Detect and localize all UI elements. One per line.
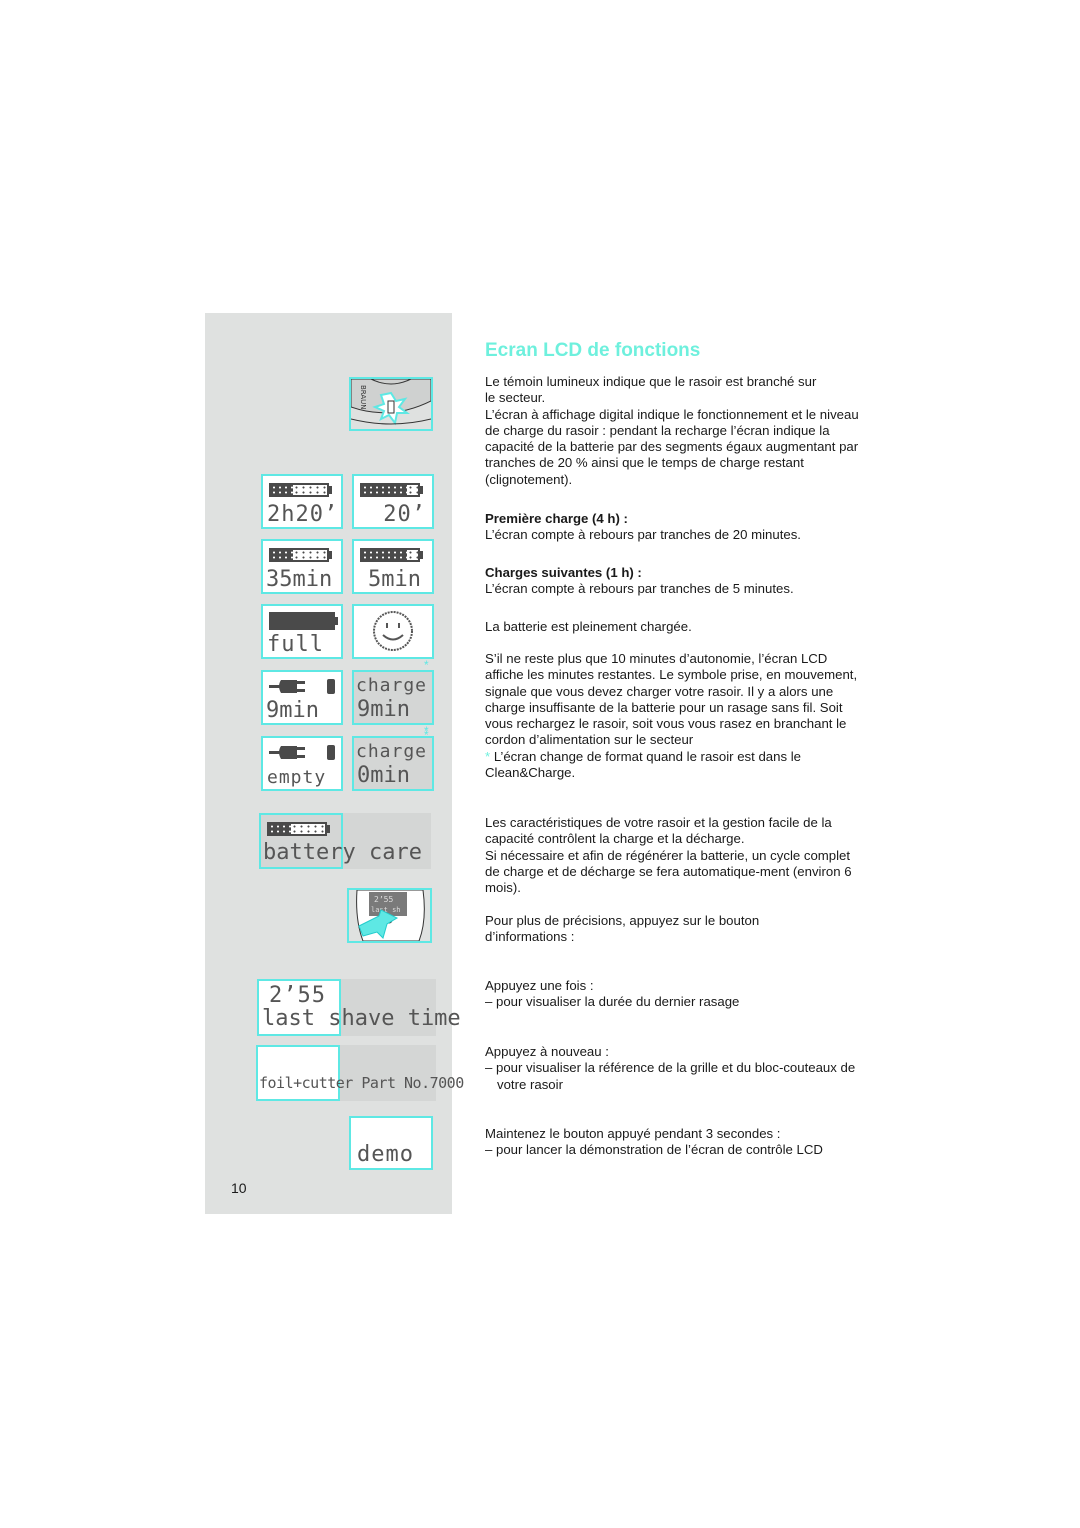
battery-icon (360, 548, 424, 562)
battery-icon (267, 822, 331, 836)
lcd-first-charge-b: 20’ (352, 474, 434, 529)
shaver-light-icon: BRAUN (351, 379, 431, 426)
low-battery-note: * L’écran change de format quand le raso… (485, 749, 865, 782)
lcd-label: foil+cutter Part No.7000 (259, 1074, 464, 1092)
battery-body (360, 483, 420, 497)
lcd-time: 2h20’ (267, 502, 339, 527)
battery-fill (271, 550, 294, 560)
battery-body (267, 822, 327, 836)
lcd-time: 2’55 (269, 983, 326, 1008)
battery-tip (420, 551, 423, 559)
battery-fill (269, 824, 292, 834)
battery-empty-segment (291, 824, 325, 834)
battery-empty-segment (293, 485, 327, 495)
battery-tip (420, 486, 423, 494)
press-again-section: Appuyez à nouveau : – pour visualiser la… (485, 1044, 865, 1093)
battery-fill (362, 550, 407, 560)
battery-fill (271, 614, 333, 628)
battery-icon (269, 483, 333, 497)
full-text: La batterie est pleinement chargée. (485, 619, 692, 634)
press-again-heading: Appuyez à nouveau : (485, 1044, 609, 1059)
next-charges-heading: Charges suivantes (1 h) : (485, 565, 642, 580)
info-button-text: Pour plus de précisions, appuyez sur le … (485, 913, 760, 945)
lcd-smiley (352, 604, 434, 659)
battery-body (269, 483, 329, 497)
svg-text:BRAUN: BRAUN (359, 385, 367, 410)
low-battery-section: S’il ne reste plus que 10 minutes d’auto… (485, 651, 865, 781)
battery-tip (329, 486, 332, 494)
first-charge-heading: Première charge (4 h) : (485, 511, 628, 526)
lcd-label: empty (267, 767, 327, 788)
plug-icon (269, 679, 335, 694)
first-charge-section: Première charge (4 h) : L’écran compte à… (485, 511, 865, 544)
lcd-low-a: 9min (261, 670, 343, 725)
intro-line-1: Le témoin lumineux indique que le rasoir… (485, 374, 817, 406)
battery-empty-segment (293, 550, 327, 560)
lcd-label: demo (357, 1142, 414, 1167)
lcd-time: 5min (368, 567, 421, 592)
first-charge-text: L’écran compte à rebours par tranches de… (485, 527, 801, 543)
lcd-first-charge-a: 2h20’ (261, 474, 343, 529)
hold-section: Maintenez le bouton appuyé pendant 3 sec… (485, 1126, 865, 1159)
lcd-time: 35min (266, 567, 333, 592)
intro-line-2: L’écran à affichage digital indique le f… (485, 406, 859, 487)
lcd-time: 20’ (383, 502, 426, 527)
low-battery-text: S’il ne reste plus que 10 minutes d’auto… (485, 651, 858, 748)
intro-text: Le témoin lumineux indique que le rasoir… (485, 374, 865, 488)
lcd-label: charge (356, 675, 428, 696)
battery-care-section: Les caractéristiques de votre rasoir et … (485, 815, 865, 896)
plug-icon (269, 745, 335, 760)
lcd-empty-a: empty (261, 736, 343, 791)
battery-fill (362, 485, 407, 495)
lcd-time: 0min (357, 763, 410, 788)
page-title: Ecran LCD de fonctions (485, 340, 701, 361)
lcd-time: 9min (266, 698, 319, 723)
battery-body (360, 548, 420, 562)
battery-icon (269, 548, 333, 562)
battery-empty-segment (406, 485, 418, 495)
lcd-demo: demo (349, 1116, 433, 1170)
lcd-label: battery care (263, 840, 422, 865)
press-button-icon: 2’55 last sh (356, 890, 425, 941)
battery-care-text-1: Les caractéristiques de votre rasoir et … (485, 815, 832, 847)
hold-heading: Maintenez le bouton appuyé pendant 3 sec… (485, 1126, 781, 1141)
battery-care-text-2: Si nécessaire et afin de régénérer la ba… (485, 847, 852, 896)
battery-fill (271, 485, 294, 495)
battery-tip (327, 825, 330, 833)
svg-text:2’55: 2’55 (374, 895, 393, 904)
battery-icon (360, 483, 424, 497)
star-marker: * (485, 748, 491, 764)
shaver-info-button-illustration: 2’55 last sh (347, 888, 432, 943)
smiley-icon (373, 611, 413, 651)
next-charges-text: L’écran compte à rebours par tranches de… (485, 581, 794, 597)
lcd-time: 9min (357, 697, 410, 722)
shaver-indicator-illustration: BRAUN (349, 377, 433, 431)
battery-empty-segment (406, 550, 418, 560)
battery-icon (269, 612, 339, 630)
press-once-section: Appuyez une fois : – pour visualiser la … (485, 978, 865, 1011)
lcd-low-b: charge 9min (352, 670, 434, 725)
lcd-next-charge-a: 35min (261, 539, 343, 594)
battery-tip (329, 551, 332, 559)
lcd-next-charge-b: 5min (352, 539, 434, 594)
next-charges-section: Charges suivantes (1 h) : L’écran compte… (485, 565, 865, 598)
press-once-item: – pour visualiser la durée du dernier ra… (485, 994, 740, 1010)
note-text: L’écran change de format quand le rasoir… (485, 748, 801, 781)
star-marker: * (424, 728, 429, 742)
lcd-label: charge (356, 741, 428, 762)
lcd-empty-b: charge 0min (352, 736, 434, 791)
battery-tip (335, 617, 338, 625)
press-once-heading: Appuyez une fois : (485, 978, 594, 993)
lcd-label: last shave time (262, 1006, 461, 1031)
battery-body (269, 548, 329, 562)
lcd-part (256, 1045, 340, 1101)
lcd-label: full (267, 632, 324, 657)
page-number: 10 (231, 1180, 247, 1196)
lcd-full: full (261, 604, 343, 659)
hold-item: – pour lancer la démonstration de l’écra… (485, 1142, 823, 1158)
battery-body (269, 612, 335, 630)
press-again-item: – pour visualiser la référence de la gri… (485, 1060, 856, 1092)
